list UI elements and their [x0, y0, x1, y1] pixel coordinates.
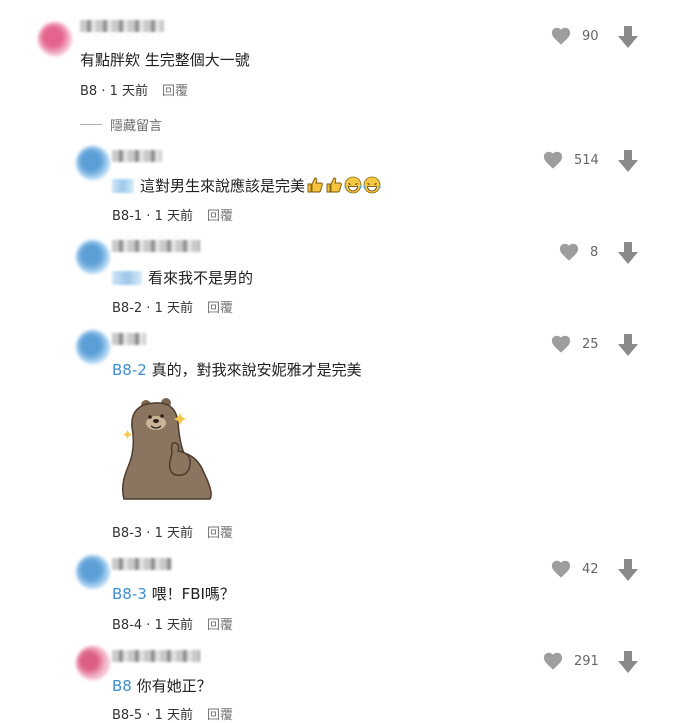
reply-button[interactable]: 回覆: [207, 618, 233, 633]
tagged-user-blurred: [112, 179, 134, 193]
comment-text: 看來我不是男的: [112, 268, 253, 288]
comment-meta: B8-2 · 1 天前 回覆: [112, 301, 233, 316]
thumbs-up-icon: [326, 177, 342, 193]
like-button[interactable]: 514: [542, 149, 599, 171]
tagged-user-blurred: [112, 271, 142, 285]
username-blurred[interactable]: [80, 20, 164, 32]
like-count: 8: [590, 244, 599, 260]
floor-label: B8-4: [112, 618, 143, 633]
like-button[interactable]: 25: [550, 333, 599, 355]
username-blurred[interactable]: [112, 240, 200, 252]
arrow-down-icon[interactable]: [618, 150, 638, 172]
thumbs-up-icon: [307, 177, 323, 193]
mention-link[interactable]: B8-3: [112, 585, 147, 603]
comment-meta: B8-4 · 1 天前 回覆: [112, 618, 233, 633]
mention-link[interactable]: B8-2: [112, 361, 147, 379]
like-count: 90: [582, 28, 599, 44]
arrow-down-icon[interactable]: [618, 334, 638, 356]
avatar[interactable]: [38, 22, 72, 56]
arrow-down-icon[interactable]: [618, 559, 638, 581]
like-button[interactable]: 291: [542, 650, 599, 672]
timestamp: 1 天前: [154, 526, 193, 541]
floor-label: B8-2: [112, 301, 143, 316]
like-count: 514: [574, 152, 599, 168]
comment-text: B8 你有她正？: [112, 677, 212, 695]
comment-text: B8-3 喂！FBI嗎？: [112, 585, 235, 603]
like-button[interactable]: 90: [550, 25, 599, 47]
timestamp: 1 天前: [109, 84, 149, 99]
like-button[interactable]: 8: [558, 241, 598, 263]
avatar[interactable]: [76, 240, 110, 274]
avatar[interactable]: [76, 330, 110, 364]
hide-replies-toggle[interactable]: 隱藏留言: [80, 115, 162, 134]
timestamp: 1 天前: [154, 209, 193, 224]
username-blurred[interactable]: [112, 333, 146, 345]
comment-text: B8-2 真的，對我來說安妮雅才是完美: [112, 361, 362, 379]
mention-link[interactable]: B8: [112, 677, 132, 695]
comment-text: 這對男生來說應該是完美: [112, 176, 381, 196]
floor-label: B8-3: [112, 526, 143, 541]
arrow-down-icon[interactable]: [618, 242, 638, 264]
timestamp: 1 天前: [154, 708, 193, 723]
heart-icon: [551, 335, 571, 353]
username-blurred[interactable]: [112, 558, 172, 570]
floor-label: B8: [80, 84, 98, 99]
comment-meta: B8-3 · 1 天前 回覆: [112, 526, 233, 541]
username-blurred[interactable]: [112, 650, 200, 662]
heart-icon: [551, 27, 571, 45]
avatar[interactable]: [76, 646, 110, 680]
laughing-face-icon: [363, 176, 381, 194]
floor-label: B8-5: [112, 708, 143, 723]
avatar[interactable]: [76, 146, 110, 180]
timestamp: 1 天前: [154, 301, 193, 316]
heart-icon: [551, 560, 571, 578]
bear-thumbs-up-sticker: [121, 398, 212, 500]
timestamp: 1 天前: [154, 618, 193, 633]
username-blurred[interactable]: [112, 150, 162, 162]
heart-icon: [559, 243, 579, 261]
like-count: 42: [582, 561, 599, 577]
floor-label: B8-1: [112, 209, 143, 224]
like-count: 291: [574, 653, 599, 669]
hide-replies-label: 隱藏留言: [110, 119, 163, 134]
arrow-down-icon[interactable]: [618, 651, 638, 673]
comment-meta: B8-5 · 1 天前 回覆: [112, 708, 233, 723]
reply-button[interactable]: 回覆: [207, 526, 233, 541]
avatar[interactable]: [76, 555, 110, 589]
comment-text: 有點胖欸 生完整個大一號: [80, 51, 250, 69]
reply-button[interactable]: 回覆: [162, 84, 188, 99]
reply-button[interactable]: 回覆: [207, 209, 233, 224]
heart-icon: [543, 151, 563, 169]
like-button[interactable]: 42: [550, 558, 599, 580]
comment-meta: B8 · 1 天前 回覆: [80, 84, 189, 99]
like-count: 25: [582, 336, 599, 352]
laughing-face-icon: [344, 176, 362, 194]
comment-meta: B8-1 · 1 天前 回覆: [112, 209, 233, 224]
heart-icon: [543, 652, 563, 670]
reply-button[interactable]: 回覆: [207, 301, 233, 316]
arrow-down-icon[interactable]: [618, 26, 638, 48]
reply-button[interactable]: 回覆: [207, 708, 233, 723]
